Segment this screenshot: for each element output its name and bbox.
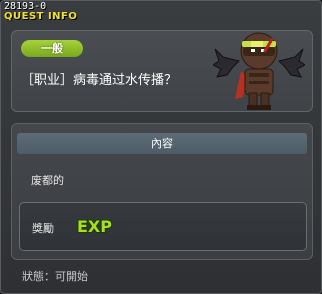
reward-box: 獎勵 EXP — [19, 202, 307, 251]
exp-icon: EXP — [76, 216, 113, 237]
content-header: 內容 — [17, 133, 307, 154]
quest-category-badge: 一般 — [21, 40, 83, 57]
content-text: 废都的 — [31, 174, 64, 187]
exp-icon-text: EXP — [77, 217, 112, 236]
status-value: 可開始 — [55, 270, 88, 283]
quest-title: ［职业］病毒通过水传播？ — [21, 73, 178, 88]
quest-info-window: 28193-0 QUEST INFO 一般 ［职业］病毒通过水传播？ 內容 废都… — [0, 0, 322, 294]
quest-content-panel: 內容 废都的 獎勵 EXP — [11, 123, 313, 260]
quest-status: 狀態：可開始 — [22, 268, 88, 284]
window-title[interactable]: QUEST INFO — [4, 11, 77, 22]
ninja-character-icon — [213, 32, 305, 110]
reward-label: 獎勵 — [32, 222, 54, 235]
status-label: 狀態： — [22, 270, 55, 283]
